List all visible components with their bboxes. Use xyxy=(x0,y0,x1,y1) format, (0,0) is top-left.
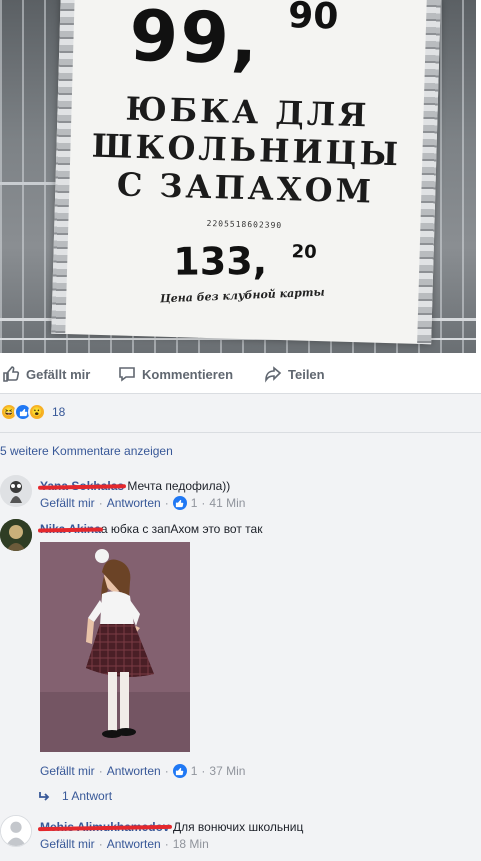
reaction-count[interactable]: 18 xyxy=(52,405,65,419)
comment-reply-link[interactable]: Antworten xyxy=(107,837,161,851)
view-replies-label: 1 Antwort xyxy=(62,789,113,803)
comment-author[interactable]: Nika Akina xyxy=(37,522,103,536)
comment-like-link[interactable]: Gefällt mir xyxy=(40,837,95,851)
tag-title-line-2: ШКОЛЬНИЦЫ xyxy=(91,126,402,174)
tag-price-cents: 90 xyxy=(287,0,339,38)
more-comments-link[interactable]: 5 weitere Kommentare anzeigen xyxy=(0,444,173,458)
comment-time[interactable]: 41 Min xyxy=(209,496,245,510)
comment-time[interactable]: 37 Min xyxy=(209,764,245,778)
post-photo[interactable]: 99, 90 ЮБКА ДЛЯ ШКОЛЬНИЦЫ С ЗАПАХОМ 2205… xyxy=(0,0,476,353)
thumbs-up-icon xyxy=(3,366,20,382)
comment-like-count[interactable]: 1 xyxy=(191,764,198,778)
comment-meta: Gefällt mir · Antworten · 1 · 37 Min xyxy=(40,764,246,778)
comment-text: Мечта педофила)) xyxy=(127,479,231,493)
like-icon xyxy=(172,764,187,778)
avatar[interactable] xyxy=(0,519,32,551)
comment-like-count[interactable]: 1 xyxy=(191,496,198,510)
rack-bar xyxy=(0,182,60,185)
comment-time[interactable]: 18 Min xyxy=(173,837,209,851)
comment-like-link[interactable]: Gefällt mir xyxy=(40,496,95,510)
divider xyxy=(0,432,481,433)
tag-card-price-cents: 20 xyxy=(291,241,317,264)
comment-meta: Gefällt mir · Antworten · 18 Min xyxy=(40,837,209,851)
tag-price-main: 99, xyxy=(128,0,261,81)
share-button[interactable]: Teilen xyxy=(264,365,325,383)
comment-like-link[interactable]: Gefällt mir xyxy=(40,764,95,778)
post-action-bar: Gefällt mir Kommentieren Teilen xyxy=(0,356,481,392)
tag-title-line-1: ЮБКА ДЛЯ xyxy=(125,89,370,135)
girl-in-skirt-image xyxy=(40,542,190,752)
like-icon xyxy=(172,496,187,510)
comment-reply-link[interactable]: Antworten xyxy=(107,496,161,510)
comment-body: Mehis Alimukhamedov Для вонючих школьниц xyxy=(37,819,304,835)
avatar[interactable] xyxy=(0,475,32,507)
comment-body: Yana Sokhalas Мечта педофила)) xyxy=(37,478,231,494)
avatar-image xyxy=(0,475,32,507)
comment-button-label: Kommentieren xyxy=(142,366,234,382)
reactions-summary[interactable]: 😆 😮 18 xyxy=(0,403,65,421)
comment-author[interactable]: Yana Sokhalas xyxy=(37,479,127,493)
speech-bubble-icon xyxy=(119,367,135,382)
comment-text: а юбка с запАхом это вот так xyxy=(100,522,263,536)
wow-icon: 😮 xyxy=(28,403,46,421)
comment-body: Nika Akinaа юбка с запАхом это вот так xyxy=(37,521,263,537)
comment-button[interactable]: Kommentieren xyxy=(118,365,233,383)
comment-reply-link[interactable]: Antworten xyxy=(107,764,161,778)
tag-card-price-main: 133, xyxy=(173,238,268,284)
share-button-label: Teilen xyxy=(288,366,325,382)
comment-meta: Gefällt mir · Antworten · 1 · 41 Min xyxy=(40,496,246,510)
avatar-image xyxy=(0,519,32,551)
price-tag: 99, 90 ЮБКА ДЛЯ ШКОЛЬНИЦЫ С ЗАПАХОМ 2205… xyxy=(51,0,441,345)
tag-card-note: Цена без клубной карты xyxy=(159,285,325,306)
share-arrow-icon xyxy=(265,366,282,383)
reply-arrow-icon xyxy=(39,792,50,801)
tag-title-line-3: С ЗАПАХОМ xyxy=(116,165,375,211)
like-button[interactable]: Gefällt mir xyxy=(2,365,90,383)
like-button-label: Gefällt mir xyxy=(26,366,91,382)
tag-barcode: 2205518602390 xyxy=(206,218,283,231)
avatar[interactable] xyxy=(0,815,32,847)
comment-author[interactable]: Mehis Alimukhamedov xyxy=(37,820,172,834)
comment-photo[interactable] xyxy=(40,542,190,752)
comment-text: Для вонючих школьниц xyxy=(172,820,304,834)
view-replies-link[interactable]: 1 Antwort xyxy=(38,789,112,803)
default-avatar-icon xyxy=(1,816,31,846)
